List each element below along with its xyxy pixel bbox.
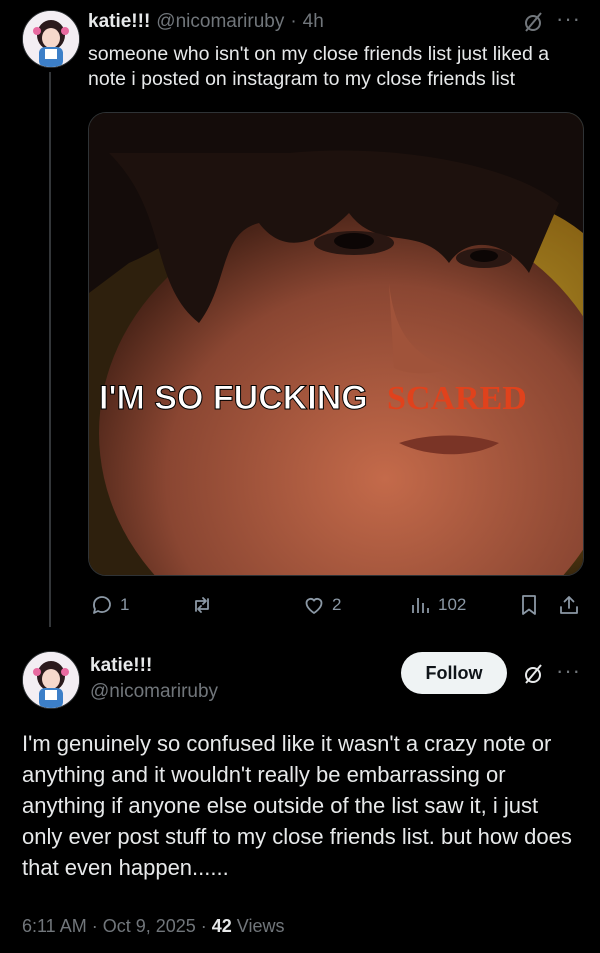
post-meta: 6:11 AM · Oct 9, 2025 · 42 Views: [22, 916, 285, 937]
like-button[interactable]: 2: [302, 593, 341, 617]
post-time[interactable]: 4h: [303, 11, 324, 33]
post-media[interactable]: I'M SO FUCKING SCARED: [88, 112, 584, 576]
post-timestamp[interactable]: 6:11 AM · Oct 9, 2025 ·: [22, 916, 212, 936]
more-dots-icon[interactable]: ···: [556, 658, 581, 684]
share-icon[interactable]: [557, 593, 581, 617]
repost-button[interactable]: [190, 593, 220, 617]
bookmark-icon[interactable]: [517, 593, 541, 617]
handle[interactable]: @nicomariruby: [90, 681, 218, 703]
views-button[interactable]: 102: [408, 593, 466, 617]
more-dots-icon[interactable]: ···: [556, 6, 581, 32]
post-text: someone who isn't on my close friends li…: [88, 43, 550, 90]
display-name[interactable]: katie!!!: [88, 11, 150, 33]
grok-slash-icon[interactable]: [521, 662, 545, 686]
avatar[interactable]: [22, 651, 80, 709]
media-caption-red: SCARED: [387, 380, 527, 417]
views-count: 102: [438, 595, 467, 614]
reply-button[interactable]: 1: [90, 593, 129, 617]
display-name[interactable]: katie!!!: [90, 655, 152, 677]
repost-icon: [195, 597, 209, 613]
media-caption-white: I'M SO FUCKING: [99, 379, 368, 417]
views-label: Views: [231, 916, 285, 936]
handle[interactable]: @nicomariruby: [156, 11, 284, 33]
post-text: I'm genuinely so confused like it wasn't…: [22, 731, 572, 880]
bar-chart-icon: [412, 598, 429, 613]
thread-line: [49, 72, 51, 627]
separator: ·: [290, 11, 297, 32]
follow-button[interactable]: Follow: [401, 652, 507, 694]
avatar[interactable]: [22, 10, 80, 68]
reply-bubble-icon: [93, 596, 111, 614]
heart-icon: [305, 598, 323, 615]
grok-slash-icon[interactable]: [521, 10, 545, 34]
like-count: 2: [332, 595, 342, 614]
post-header: katie!!! @nicomariruby · 4h: [88, 11, 324, 33]
views-count: 42: [211, 916, 232, 936]
reply-count: 1: [120, 595, 130, 614]
